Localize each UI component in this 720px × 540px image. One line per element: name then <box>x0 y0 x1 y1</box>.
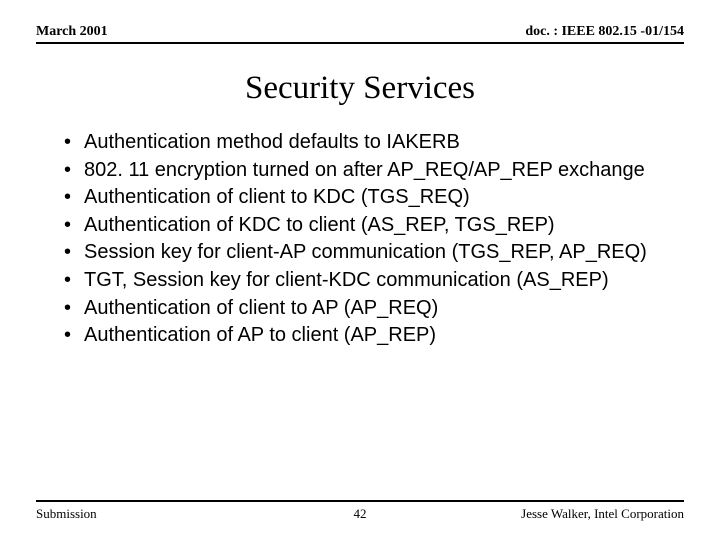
slide-title: Security Services <box>0 70 720 107</box>
footer-left: Submission <box>36 506 97 522</box>
header-doc-id: doc. : IEEE 802.15 -01/154 <box>525 24 684 40</box>
list-item: 802. 11 encryption turned on after AP_RE… <box>60 158 670 184</box>
list-item: TGT, Session key for client-KDC communic… <box>60 268 670 294</box>
list-item: Authentication of KDC to client (AS_REP,… <box>60 213 670 239</box>
slide-footer: Submission 42 Jesse Walker, Intel Corpor… <box>36 506 684 522</box>
list-item: Session key for client-AP communication … <box>60 240 670 266</box>
footer-divider <box>36 500 684 502</box>
footer-author: Jesse Walker, Intel Corporation <box>521 506 684 522</box>
list-item: Authentication method defaults to IAKERB <box>60 130 670 156</box>
list-item: Authentication of client to AP (AP_REQ) <box>60 296 670 322</box>
bullet-list: Authentication method defaults to IAKERB… <box>60 130 670 349</box>
list-item: Authentication of AP to client (AP_REP) <box>60 323 670 349</box>
slide: March 2001 doc. : IEEE 802.15 -01/154 Se… <box>0 0 720 540</box>
slide-content: Authentication method defaults to IAKERB… <box>60 130 670 351</box>
list-item: Authentication of client to KDC (TGS_REQ… <box>60 185 670 211</box>
slide-header: March 2001 doc. : IEEE 802.15 -01/154 <box>36 24 684 44</box>
header-date: March 2001 <box>36 24 108 40</box>
